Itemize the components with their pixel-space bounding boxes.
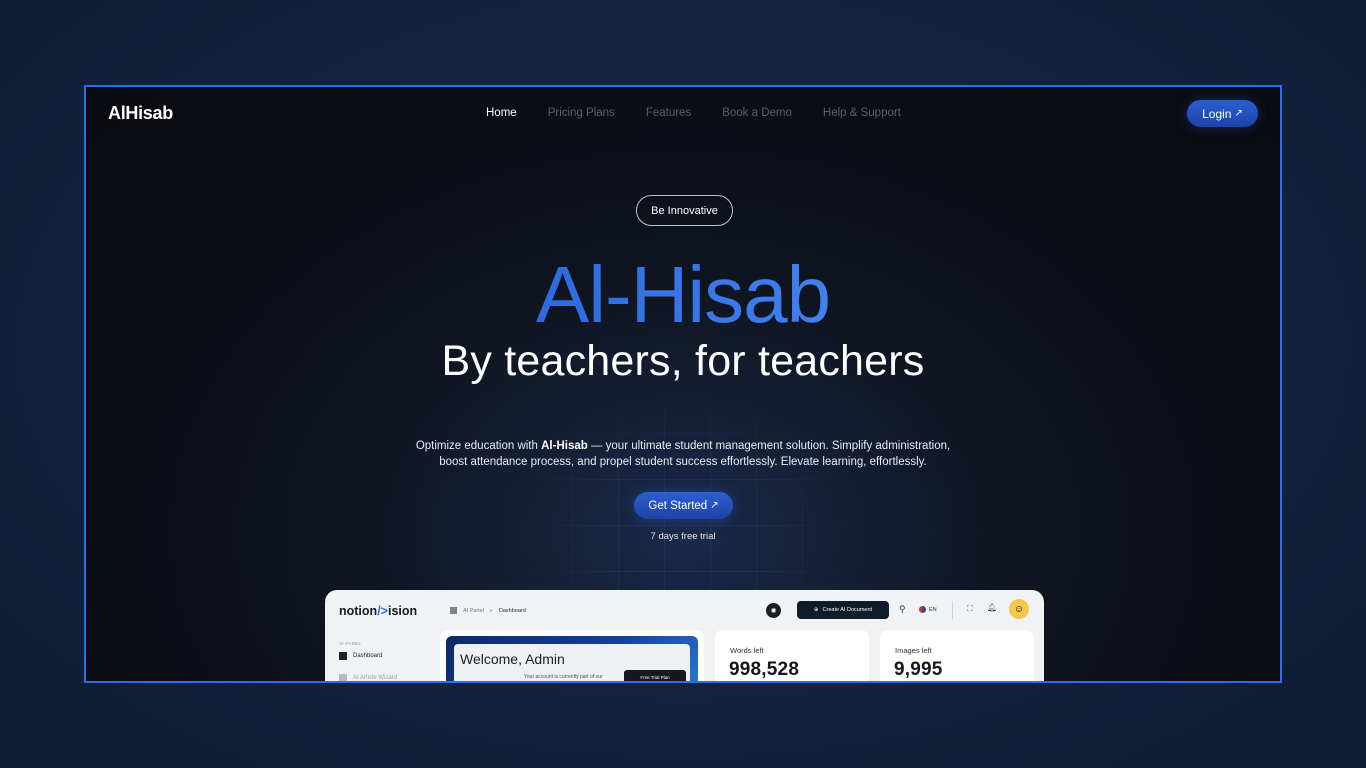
breadcrumb-dashboard: Dashboard [498, 607, 526, 614]
dashboard-icon [339, 652, 347, 660]
free-trial-plan-button[interactable]: Free Trial Plan [624, 670, 686, 681]
welcome-panel: Welcome, Admin Your account is currently… [454, 644, 690, 681]
us-flag-icon [919, 606, 926, 613]
grid-icon [450, 607, 457, 614]
images-left-card: Images left 9,995 [880, 630, 1034, 681]
search-icon[interactable]: ⚲ [899, 604, 906, 615]
desc-brand: Al-Hisab [541, 440, 588, 452]
bell-icon[interactable]: 🔔︎ [987, 603, 997, 612]
login-label: Login [1202, 106, 1232, 121]
get-started-label: Get Started [648, 499, 708, 512]
stat-value: 998,528 [729, 659, 800, 680]
header-divider [952, 601, 953, 619]
landing-page-frame: AlHisab Home Pricing Plans Features Book… [84, 85, 1282, 683]
nav-pricing-plans[interactable]: Pricing Plans [548, 107, 615, 119]
welcome-title: Welcome, Admin [460, 651, 565, 667]
chevron-right-icon: » [489, 607, 493, 614]
welcome-card: Welcome, Admin Your account is currently… [440, 630, 704, 681]
nav-features[interactable]: Features [646, 107, 691, 119]
welcome-note: Your account is currently part of our [524, 674, 603, 680]
stat-label: Words left [730, 646, 764, 655]
create-ai-document-button[interactable]: ⊕ Create AI Document [797, 601, 889, 619]
sidebar-section-label: AI PANEL [339, 641, 362, 646]
avatar[interactable]: ☺ [1009, 599, 1029, 619]
innovative-badge: Be Innovative [636, 195, 733, 226]
language-selector[interactable]: EN [919, 606, 937, 613]
words-left-card: Words left 998,528 [715, 630, 869, 681]
desc-line-2: boost attendance process, and propel stu… [439, 455, 927, 468]
stat-value: 9,995 [894, 659, 943, 680]
dashboard-preview: notion/>ision AI Panel » Dashboard ✺ ⊕ C… [325, 590, 1044, 681]
get-started-button[interactable]: Get Started ↗ [634, 492, 733, 519]
wand-icon [339, 674, 347, 681]
sidebar-item-ai-article-wizard[interactable]: AI Article Wizard [339, 674, 397, 681]
hero-tagline: By teachers, for teachers [441, 337, 925, 385]
plus-circle-icon: ⊕ [813, 607, 819, 613]
language-label: EN [929, 606, 937, 613]
fullscreen-icon[interactable]: ⛶ [967, 604, 973, 614]
sidebar-item-dashboard[interactable]: Dashboard [339, 652, 382, 660]
free-trial-note: 7 days free trial [650, 531, 716, 542]
nav-home[interactable]: Home [486, 107, 517, 119]
hero-description: Optimize education with Al-Hisab — your … [86, 439, 1280, 470]
login-button[interactable]: Login ↗ [1187, 100, 1258, 127]
create-ai-document-label: Create AI Document [822, 607, 873, 613]
welcome-banner: Welcome, Admin Your account is currently… [446, 636, 698, 681]
nav-help-support[interactable]: Help & Support [823, 107, 901, 119]
breadcrumb-ai-panel[interactable]: AI Panel [463, 608, 484, 614]
dashboard-breadcrumb: AI Panel » Dashboard [450, 607, 526, 614]
site-logo[interactable]: AlHisab [108, 103, 173, 124]
dashboard-logo: notion/>ision [339, 604, 418, 618]
desc-text-start: Optimize education with [415, 440, 542, 452]
main-nav: Home Pricing Plans Features Book a Demo … [486, 107, 901, 119]
openai-icon[interactable]: ✺ [766, 603, 781, 618]
nav-book-demo[interactable]: Book a Demo [722, 107, 792, 119]
desc-text-end: — your ultimate student management solut… [587, 440, 951, 452]
arrow-up-right-icon: ↗ [710, 500, 719, 511]
hero-brand-title: Al-Hisab [86, 247, 1280, 343]
arrow-up-right-icon: ↗ [1234, 108, 1243, 119]
stat-label: Images left [895, 646, 932, 655]
